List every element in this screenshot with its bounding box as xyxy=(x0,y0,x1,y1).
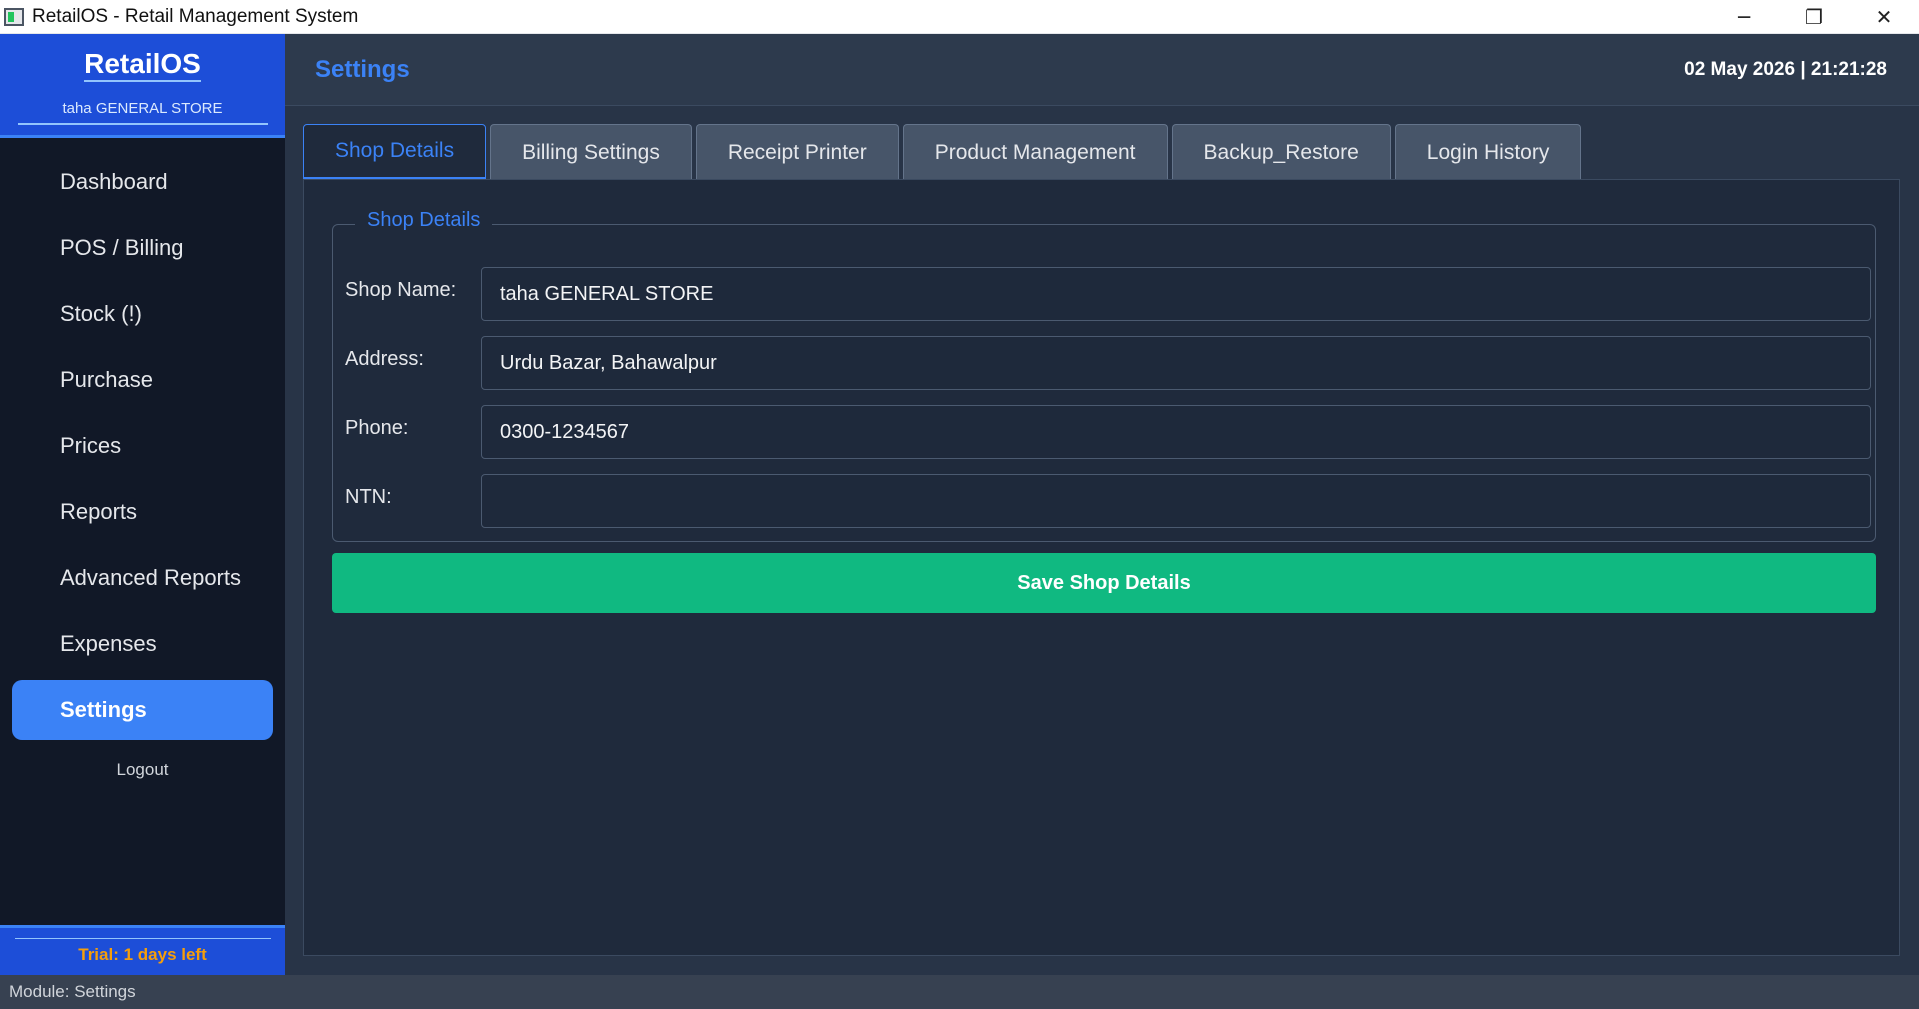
address-row: Address: xyxy=(345,336,1871,390)
tab-billing-settings[interactable]: Billing Settings xyxy=(490,124,692,180)
ntn-input[interactable] xyxy=(481,474,1871,528)
sidebar-nav: Dashboard POS / Billing Stock (!) Purcha… xyxy=(0,152,285,740)
minimize-icon[interactable]: ─ xyxy=(1709,0,1779,34)
brand-title: RetailOS xyxy=(84,48,201,82)
ntn-label: NTN: xyxy=(345,486,392,508)
sidebar-item-pos-billing[interactable]: POS / Billing xyxy=(12,218,273,278)
sidebar-item-reports[interactable]: Reports xyxy=(12,482,273,542)
settings-tabs: Shop Details Billing Settings Receipt Pr… xyxy=(303,124,1585,180)
tab-backup-restore[interactable]: Backup_Restore xyxy=(1171,124,1391,180)
tab-shop-details[interactable]: Shop Details xyxy=(303,124,487,180)
close-icon[interactable]: ✕ xyxy=(1849,0,1919,34)
shop-name-input[interactable] xyxy=(481,267,1871,321)
tab-login-history[interactable]: Login History xyxy=(1394,124,1582,180)
sidebar-item-advanced-reports[interactable]: Advanced Reports xyxy=(12,548,273,608)
group-title: Shop Details xyxy=(355,209,493,232)
shop-name-label: Shop Name: xyxy=(345,279,457,301)
window-title: RetailOS - Retail Management System xyxy=(32,5,359,27)
sidebar-item-prices[interactable]: Prices xyxy=(12,416,273,476)
maximize-icon[interactable]: ❐ xyxy=(1779,0,1849,34)
window-titlebar: RetailOS - Retail Management System ─ ❐ … xyxy=(0,0,1919,34)
datetime-display: 02 May 2026 | 21:21:28 xyxy=(1684,58,1887,80)
ntn-row: NTN: xyxy=(345,474,1871,528)
sidebar-item-stock[interactable]: Stock (!) xyxy=(12,284,273,344)
shop-details-panel: Shop Details Shop Name: Address: Phone: … xyxy=(303,179,1900,956)
page-header: Settings 02 May 2026 | 21:21:28 xyxy=(285,34,1919,106)
sidebar-item-dashboard[interactable]: Dashboard xyxy=(12,152,273,212)
phone-input[interactable] xyxy=(481,405,1871,459)
save-shop-details-button[interactable]: Save Shop Details xyxy=(332,553,1876,613)
phone-row: Phone: xyxy=(345,405,1871,459)
window-controls: ─ ❐ ✕ xyxy=(1709,0,1919,34)
trial-badge: Trial: 1 days left xyxy=(14,938,271,965)
status-bar: Module: Settings xyxy=(0,975,1919,1009)
app-icon xyxy=(4,7,24,26)
shop-name-row: Shop Name: xyxy=(345,267,1871,321)
tab-product-management[interactable]: Product Management xyxy=(902,124,1168,180)
tab-receipt-printer[interactable]: Receipt Printer xyxy=(695,124,899,180)
sidebar-item-purchase[interactable]: Purchase xyxy=(12,350,273,410)
sidebar-item-settings[interactable]: Settings xyxy=(12,680,273,740)
page-title: Settings xyxy=(315,55,410,83)
sidebar-item-expenses[interactable]: Expenses xyxy=(12,614,273,674)
phone-label: Phone: xyxy=(345,417,409,439)
main-content: Shop Details Billing Settings Receipt Pr… xyxy=(285,106,1919,975)
address-label: Address: xyxy=(345,348,424,370)
trial-panel: Trial: 1 days left xyxy=(0,925,285,975)
status-text: Module: Settings xyxy=(9,982,136,1001)
store-name: taha GENERAL STORE xyxy=(17,100,268,125)
address-input[interactable] xyxy=(481,336,1871,390)
shop-details-group: Shop Details Shop Name: Address: Phone: … xyxy=(332,209,1876,542)
brand-panel: RetailOS taha GENERAL STORE xyxy=(0,34,285,138)
logout-button[interactable]: Logout xyxy=(0,760,285,780)
sidebar: RetailOS taha GENERAL STORE Dashboard PO… xyxy=(0,34,285,975)
